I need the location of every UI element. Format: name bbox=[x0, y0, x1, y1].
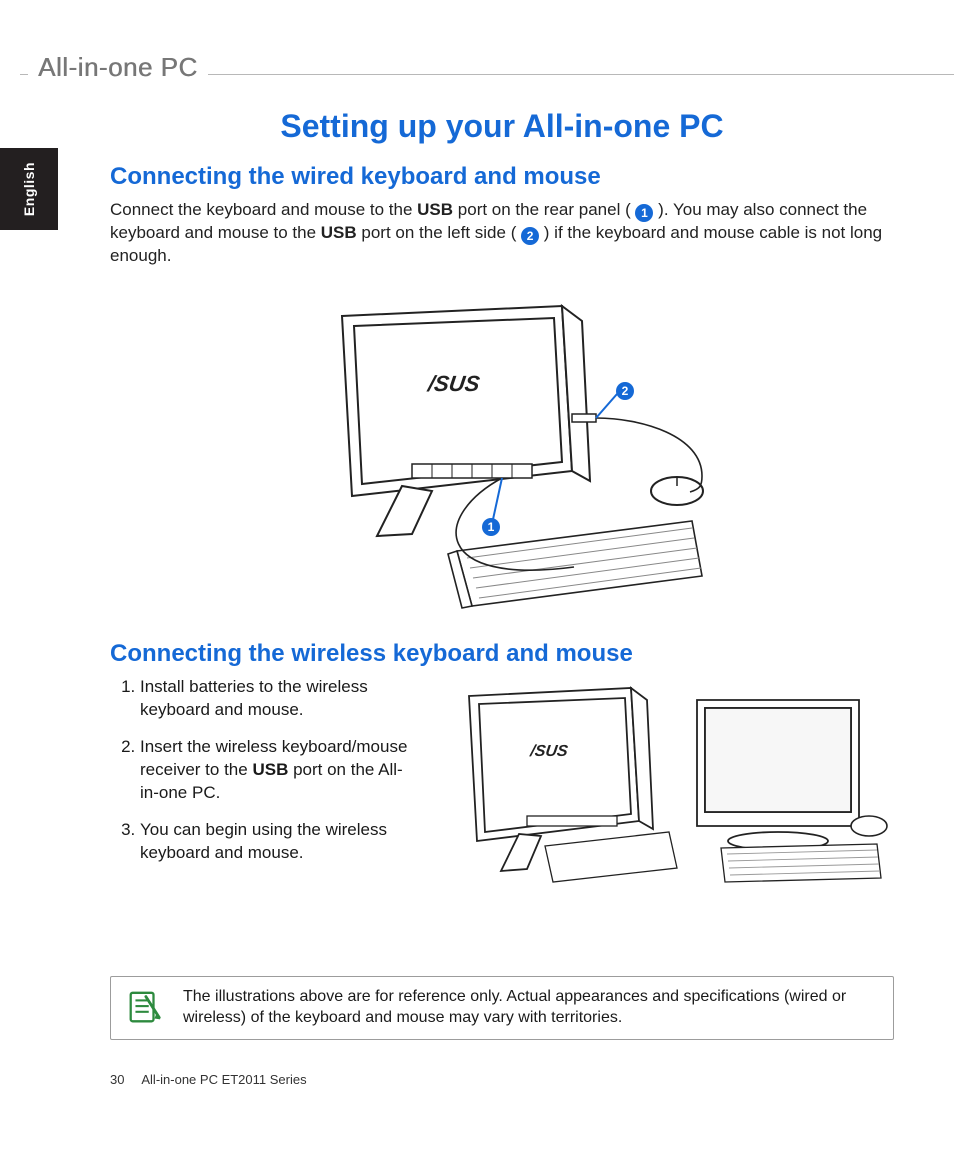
text: Install batteries to the wireless keyboa… bbox=[140, 677, 368, 719]
wired-illustration: /SUS bbox=[282, 286, 722, 616]
figure-callout-1: 1 bbox=[482, 518, 500, 536]
page-footer: 30 All-in-one PC ET2011 Series bbox=[110, 1072, 307, 1087]
text: port on the rear panel ( bbox=[453, 200, 635, 219]
section2-row: Install batteries to the wireless keyboa… bbox=[110, 676, 894, 886]
text: Connect the keyboard and mouse to the bbox=[110, 200, 417, 219]
language-label: English bbox=[21, 162, 37, 216]
callout-badge-1: 1 bbox=[635, 204, 653, 222]
step-3: You can begin using the wireless keyboar… bbox=[140, 819, 415, 865]
header-rule: All-in-one PC bbox=[0, 62, 954, 86]
figure-wireless: /SUS bbox=[443, 676, 894, 886]
wireless-illustration: /SUS bbox=[449, 676, 889, 886]
page-title: Setting up your All-in-one PC bbox=[110, 108, 894, 145]
steps-list: Install batteries to the wireless keyboa… bbox=[110, 676, 415, 879]
usb-label: USB bbox=[417, 200, 453, 219]
page-body: Setting up your All-in-one PC Connecting… bbox=[110, 94, 894, 1040]
page-number: 30 bbox=[110, 1072, 124, 1087]
callout-badge-2: 2 bbox=[521, 227, 539, 245]
usb-label: USB bbox=[321, 223, 357, 242]
language-tab: English bbox=[0, 148, 58, 230]
note-text: The illustrations above are for referenc… bbox=[183, 987, 875, 1029]
note-box: The illustrations above are for referenc… bbox=[110, 976, 894, 1040]
section1-paragraph: Connect the keyboard and mouse to the US… bbox=[110, 199, 894, 268]
section1-heading: Connecting the wired keyboard and mouse bbox=[110, 163, 894, 191]
svg-text:/SUS: /SUS bbox=[426, 371, 482, 396]
figure-callout-2: 2 bbox=[616, 382, 634, 400]
text: You can begin using the wireless keyboar… bbox=[140, 820, 387, 862]
usb-label: USB bbox=[252, 760, 288, 779]
note-icon bbox=[125, 989, 163, 1027]
section2-heading: Connecting the wireless keyboard and mou… bbox=[110, 640, 894, 668]
svg-text:/SUS: /SUS bbox=[528, 742, 569, 760]
product-name: All-in-one PC bbox=[28, 52, 208, 83]
figure-wired: /SUS bbox=[282, 286, 722, 616]
text: port on the left side ( bbox=[357, 223, 521, 242]
series-label: All-in-one PC ET2011 Series bbox=[141, 1072, 306, 1087]
step-1: Install batteries to the wireless keyboa… bbox=[140, 676, 415, 722]
step-2: Insert the wireless keyboard/mouse recei… bbox=[140, 736, 415, 805]
